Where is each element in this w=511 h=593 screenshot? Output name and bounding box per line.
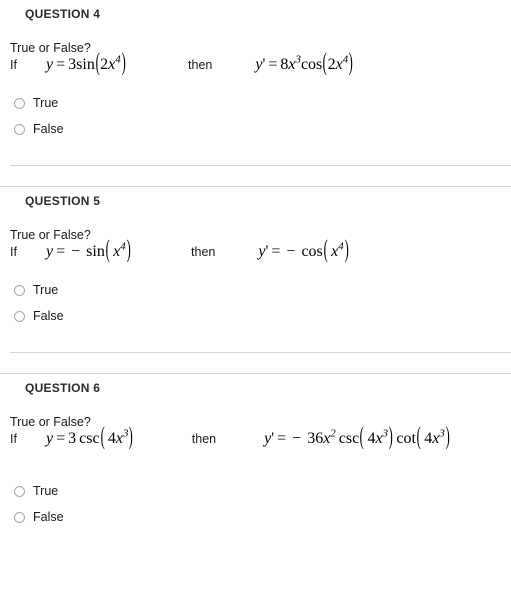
question-prompt-6: True or False? [10,415,91,429]
option-true-6[interactable]: True [14,481,511,501]
option-label: False [33,122,64,136]
answer-options-4: True False [10,93,511,139]
open-paren: ( [100,424,105,451]
equation-rhs-4: y' = 8x3cos(2x4) [255,51,353,76]
answer-options-6: True False [10,481,511,527]
option-label: True [33,96,59,110]
rhs-coefficient: 36 [307,430,324,447]
rhs-inner-coefficient: 2 [327,56,336,73]
close-paren: ) [126,237,131,264]
open-paren: ( [95,50,100,77]
if-label-4: If [10,58,17,72]
question-block-6: QUESTION 6 True or False? If y = 3 csc(4x3)… [0,374,511,527]
radio-button-icon[interactable] [14,310,25,322]
rhs-inner-variable: x [335,56,343,73]
equation-rhs-5: y' = − cos(x4) [258,238,349,263]
lhs-inner-coefficient: 2 [100,56,109,73]
question-prompt-4: True or False? [10,41,91,55]
equation-lhs-6: y = 3 csc(4x3) [46,425,134,450]
rhs-inner-variable: x [375,430,383,447]
rhs-function: cos [300,56,323,73]
option-label: False [33,309,64,323]
minus-sign: − [286,243,296,260]
rhs-function-csc: csc [338,430,360,447]
if-label-6: If [10,432,17,446]
open-paren: ( [359,424,364,451]
equals-sign: = [56,243,66,260]
equals-sign: = [56,430,66,447]
question-heading-4: QUESTION 4 [25,7,101,21]
close-paren: ) [445,424,450,451]
equals-sign: = [268,56,278,73]
option-false-4[interactable]: False [14,119,511,139]
lhs-function: csc [79,430,100,447]
close-paren: ) [121,50,126,77]
open-paren: ( [322,50,328,77]
lhs-inner-variable: x [115,430,124,447]
equals-sign: = [271,243,281,260]
lhs-function: sin [86,243,105,260]
rhs-variable-x: x [288,56,296,73]
equals-sign: = [56,56,66,73]
math-statement-5: If y = − sin(x4) then y' = − cos(x4) [10,238,511,274]
close-paren: ) [129,424,134,451]
option-false-6[interactable]: False [14,507,511,527]
equation-lhs-4: y = 3sin(2x4) [46,51,126,76]
close-paren: ) [344,237,349,264]
rhs-function-cot: cot [396,430,416,447]
rhs-inner-exponent: 4 [338,240,344,253]
close-paren: ) [388,424,393,451]
radio-button-icon[interactable] [14,485,25,497]
minus-sign: − [292,430,302,447]
radio-button-icon[interactable] [14,284,25,296]
option-label: True [33,484,59,498]
radio-button-icon[interactable] [14,97,25,109]
rhs-function: cos [301,243,323,260]
close-paren: ) [348,50,353,77]
rhs-inner-exponent: 3 [382,427,389,440]
rhs-inner-exponent-2: 3 [439,427,445,440]
lhs-coefficient: 3 [68,56,77,73]
then-label-6: then [191,432,217,446]
question-block-4: QUESTION 4 True or False? If y = 3sin(2x4)… [0,0,511,187]
then-label-4: then [188,58,213,72]
if-label-5: If [10,245,17,259]
option-true-5[interactable]: True [14,280,511,300]
lhs-inner-exponent: 4 [115,53,121,66]
equation-rhs-6: y' = −36x2 csc(4x3) cot(4x3) [264,425,450,450]
open-paren: ( [416,424,421,451]
math-statement-4: If y = 3sin(2x4) then y' = 8x3cos(2x4) [10,51,511,87]
lhs-inner-coefficient: 4 [107,430,116,447]
question-heading-5: QUESTION 5 [25,194,101,208]
answer-options-5: True False [10,280,511,326]
lhs-inner-exponent: 4 [120,240,126,253]
rhs-variable: y [258,243,266,260]
radio-button-icon[interactable] [14,123,25,135]
radio-button-icon[interactable] [14,511,25,523]
open-paren: ( [323,237,328,264]
question-heading-6: QUESTION 6 [25,381,101,395]
question-block-5: QUESTION 5 True or False? If y = − sin(x4) … [0,187,511,374]
then-label-5: then [191,245,216,259]
rhs-exponent: 2 [330,427,336,440]
option-label: True [33,283,59,297]
rhs-inner-exponent: 4 [342,53,349,66]
option-false-5[interactable]: False [14,306,511,326]
lhs-coefficient: 3 [68,430,77,447]
lhs-function: sin [76,56,95,73]
option-label: False [33,510,64,524]
quiz-container: QUESTION 4 True or False? If y = 3sin(2x4)… [0,0,511,527]
equals-sign: = [277,430,287,447]
equation-lhs-5: y = − sin(x4) [46,238,131,263]
question-prompt-5: True or False? [10,228,91,242]
open-paren: ( [105,237,110,264]
rhs-inner-coefficient: 4 [367,430,376,447]
math-statement-6: If y = 3 csc(4x3) then y' = −36x2 csc(4x3) cot(… [10,425,511,461]
option-true-4[interactable]: True [14,93,511,113]
minus-sign: − [71,243,81,260]
